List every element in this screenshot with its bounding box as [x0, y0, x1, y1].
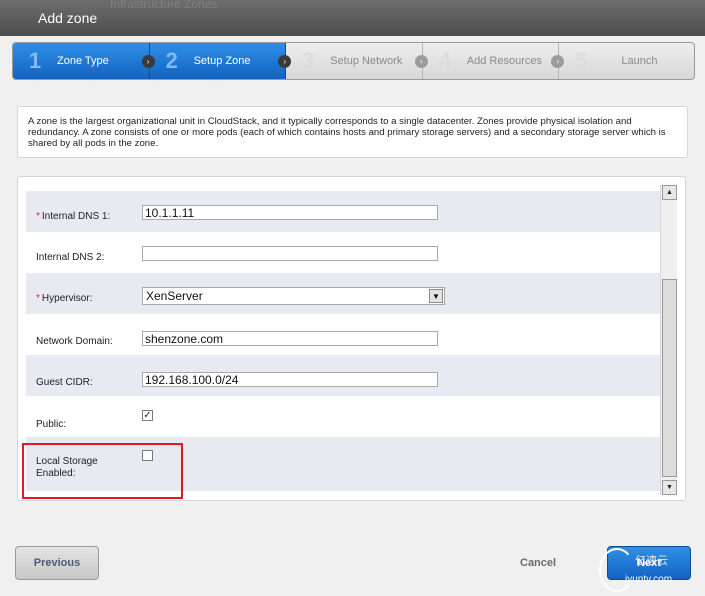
- chevron-right-icon: ›: [141, 55, 155, 68]
- scroll-up-icon[interactable]: ▲: [662, 185, 677, 200]
- step-number: 3: [302, 48, 315, 73]
- row-guest-cidr: Guest CIDR:: [26, 355, 660, 396]
- step-label: Setup Network: [330, 55, 403, 67]
- public-label: Public:: [36, 419, 67, 430]
- wizard-steps: 1 Zone Type › 2 Setup Zone › 3 Setup Net…: [12, 42, 695, 80]
- public-checkbox[interactable]: ✓: [142, 410, 153, 421]
- guest-cidr-input[interactable]: [142, 372, 438, 387]
- dialog-title-bar: Infrastructure Zones Add zone: [0, 0, 705, 36]
- step-label: Add Resources: [466, 55, 542, 67]
- chevron-down-icon[interactable]: ▼: [429, 289, 443, 303]
- step-number: 4: [438, 48, 451, 73]
- guest-cidr-label: Guest CIDR:: [36, 377, 93, 388]
- step-setup-zone[interactable]: 2 Setup Zone ›: [149, 43, 292, 79]
- internal-dns1-input[interactable]: [142, 205, 438, 220]
- scroll-down-icon[interactable]: ▼: [662, 480, 677, 495]
- step-launch[interactable]: 5 Launch: [559, 43, 694, 79]
- row-internal-dns2: Internal DNS 2:: [26, 232, 660, 273]
- step-zone-type[interactable]: 1 Zone Type ›: [13, 43, 155, 79]
- chevron-right-icon: ›: [414, 55, 428, 68]
- hypervisor-select[interactable]: XenServer ▼: [142, 287, 445, 305]
- row-internal-dns1: * Internal DNS 1:: [26, 191, 660, 232]
- internal-dns1-label: * Internal DNS 1:: [36, 211, 111, 222]
- required-marker: *: [36, 293, 40, 304]
- step-setup-network[interactable]: 3 Setup Network ›: [286, 43, 428, 79]
- zone-description: A zone is the largest organizational uni…: [17, 106, 688, 158]
- scrollbar-thumb[interactable]: [662, 279, 677, 477]
- local-storage-highlight-box: [22, 443, 183, 499]
- row-hypervisor: * Hypervisor: XenServer ▼: [26, 273, 660, 314]
- step-number: 2: [165, 48, 178, 73]
- network-domain-input[interactable]: [142, 331, 438, 346]
- next-button[interactable]: Next: [607, 546, 691, 580]
- step-label: Zone Type: [57, 55, 109, 67]
- required-marker: *: [36, 211, 40, 222]
- form-scrollbar[interactable]: ▲ ▼: [660, 185, 677, 495]
- network-domain-label: Network Domain:: [36, 336, 113, 347]
- previous-button[interactable]: Previous: [15, 546, 99, 580]
- step-number: 5: [575, 48, 588, 73]
- hypervisor-label: * Hypervisor:: [36, 293, 93, 304]
- cancel-button[interactable]: Cancel: [520, 557, 556, 569]
- row-network-domain: Network Domain:: [26, 314, 660, 355]
- add-zone-dialog: 1 Zone Type › 2 Setup Zone › 3 Setup Net…: [0, 36, 705, 596]
- step-add-resources[interactable]: 4 Add Resources ›: [423, 43, 565, 79]
- hypervisor-selected-value: XenServer: [146, 289, 203, 303]
- dialog-title: Add zone: [38, 10, 98, 26]
- row-public: Public: ✓: [26, 396, 660, 437]
- step-number: 1: [28, 48, 42, 73]
- internal-dns2-label: Internal DNS 2:: [36, 252, 105, 263]
- internal-dns2-input[interactable]: [142, 246, 438, 261]
- step-label: Launch: [621, 55, 658, 67]
- background-breadcrumb: Infrastructure Zones: [110, 0, 218, 11]
- step-label: Setup Zone: [193, 55, 251, 67]
